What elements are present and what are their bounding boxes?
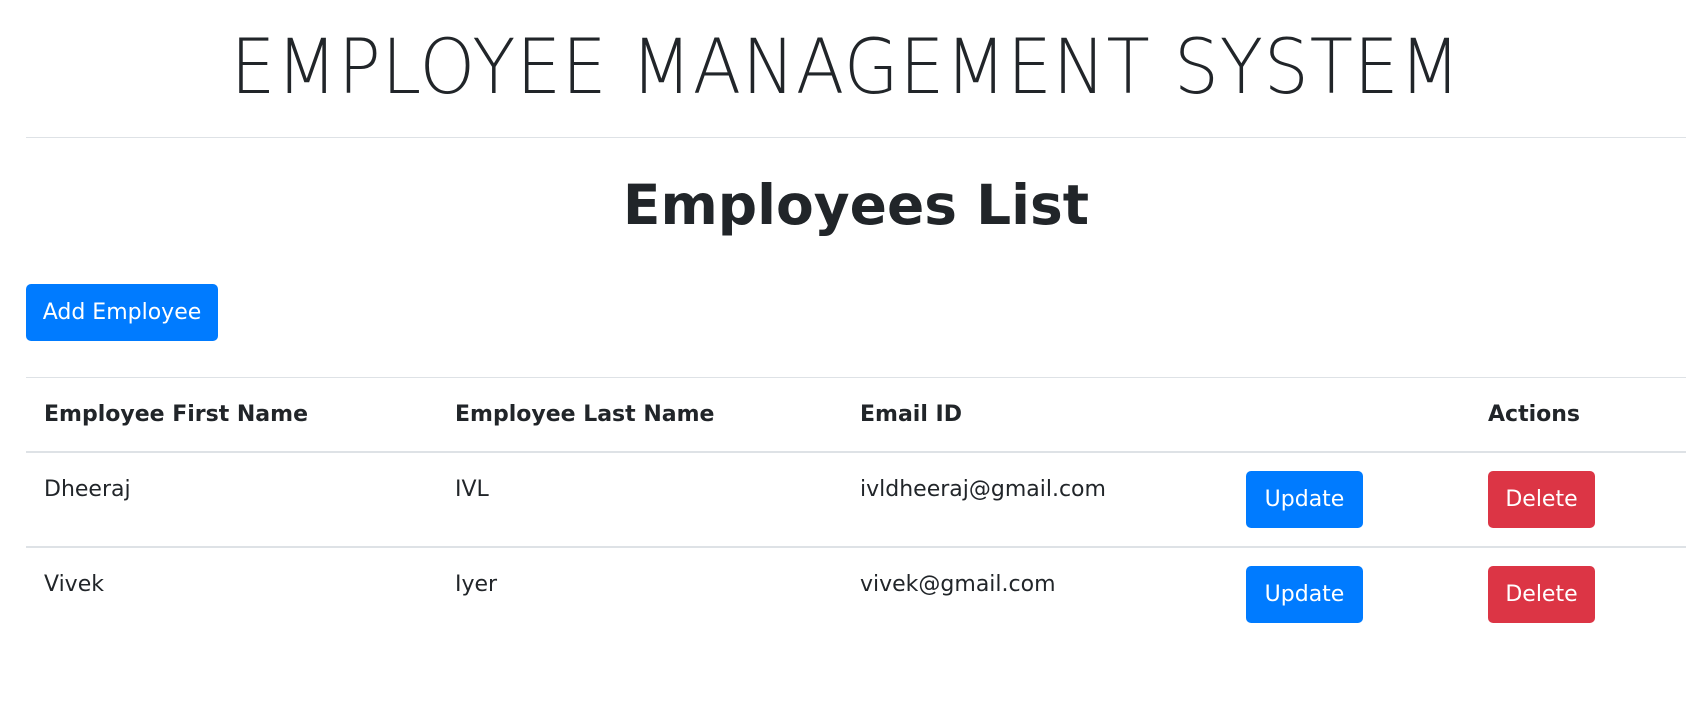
table-header-row: Employee First Name Employee Last Name E… [26,377,1686,453]
last-name-text: Iyer [455,572,498,597]
add-employee-button[interactable]: Add Employee [26,284,218,341]
cell-update: Update [1246,547,1470,641]
header-actions: Actions [1470,377,1686,453]
update-button[interactable]: Update [1246,471,1363,528]
email-text: vivek@gmail.com [860,572,1056,597]
header-email: Email ID [842,377,1246,453]
table-row: Vivek Iyer vivek@gmail.com Update Delete [26,547,1686,641]
delete-button[interactable]: Delete [1488,471,1595,528]
cell-last-name: Iyer [437,547,842,641]
first-name-text: Dheeraj [44,477,131,502]
update-button[interactable]: Update [1246,566,1363,623]
header-last-name: Employee Last Name [437,377,842,453]
header-first-name: Employee First Name [26,377,437,453]
cell-first-name: Dheeraj [26,452,437,548]
delete-button[interactable]: Delete [1488,566,1595,623]
cell-email: ivldheeraj@gmail.com [842,452,1246,548]
cell-first-name: Vivek [26,547,437,641]
header-update [1246,377,1470,453]
cell-actions: Delete [1470,452,1686,548]
page-heading: Employees List [622,173,1090,237]
cell-last-name: IVL [437,452,842,548]
email-text: ivldheeraj@gmail.com [860,477,1106,502]
last-name-text: IVL [455,477,489,502]
cell-actions: Delete [1470,547,1686,641]
cell-update: Update [1246,452,1470,548]
app-title: EMPLOYEE MANAGEMENT SYSTEM [230,22,1462,111]
employees-table: Employee First Name Employee Last Name E… [26,377,1686,641]
title-divider [26,137,1686,138]
page-container: EMPLOYEE MANAGEMENT SYSTEM Employees Lis… [26,0,1686,623]
cell-email: vivek@gmail.com [842,547,1246,641]
first-name-text: Vivek [44,572,104,597]
table-row: Dheeraj IVL ivldheeraj@gmail.com Update … [26,452,1686,548]
